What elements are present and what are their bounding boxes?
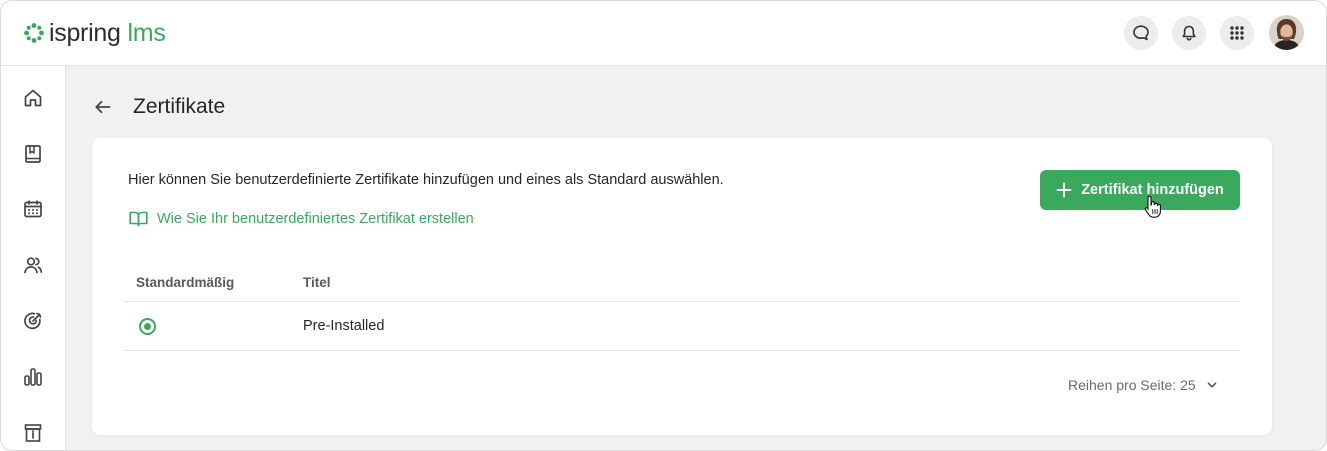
ispring-logo-icon [24,23,44,43]
sidebar-item-goals[interactable] [19,307,47,335]
avatar-image [1269,15,1304,50]
row-title: Pre-Installed [303,318,385,334]
sidebar [1,66,66,450]
column-header-title[interactable]: Titel [303,275,331,290]
sidebar-item-home[interactable] [19,84,47,112]
home-icon [24,89,42,107]
help-link-label: Wie Sie Ihr benutzerdefiniertes Zertifik… [157,210,474,227]
add-certificate-button[interactable]: Zertifikat hinzufügen [1040,170,1240,210]
table-row[interactable]: Pre-Installed [124,302,1240,351]
user-avatar[interactable] [1269,15,1304,50]
help-link[interactable]: Wie Sie Ihr benutzerdefiniertes Zertifik… [129,210,474,227]
rows-per-page-select[interactable]: Reihen pro Seite: 25 [1068,377,1218,393]
reports-chart-icon [24,368,42,386]
hand-pointer-cursor-icon [1144,195,1161,218]
sidebar-item-info[interactable] [19,419,47,447]
chat-button[interactable] [1124,16,1158,50]
page-title: Zertifikate [133,95,226,118]
default-radio-selected[interactable] [139,318,156,335]
info-archive-icon [24,424,42,442]
bell-icon [1182,25,1196,41]
target-icon [24,312,42,330]
chat-icon [1133,25,1149,41]
top-bar: ispring lms [1,1,1326,66]
ispring-lms-logo[interactable]: ispring lms [23,18,166,48]
brand-product: lms [127,19,166,47]
open-book-icon [129,211,148,227]
notifications-button[interactable] [1172,16,1206,50]
certificates-table: Standardmäßig Titel Pre-Installed [124,266,1240,351]
calendar-icon [24,200,42,218]
sidebar-item-users[interactable] [19,251,47,279]
sidebar-item-reports[interactable] [19,363,47,391]
certificates-card: Hier können Sie benutzerdefinierte Zerti… [92,138,1272,435]
sidebar-item-calendar[interactable] [19,195,47,223]
app-window: ispring lms Zertifikate Hier können Sie … [0,0,1327,451]
sidebar-item-catalog[interactable] [19,140,47,168]
column-header-default[interactable]: Standardmäßig [136,275,234,290]
back-button[interactable] [91,95,115,119]
rows-per-page-label: Reihen pro Seite: 25 [1068,377,1196,393]
users-icon [24,257,43,274]
apps-grid-icon [1230,26,1244,40]
brand-name: ispring [49,19,121,47]
arrow-left-icon [95,100,111,114]
plus-icon [1056,182,1072,198]
description-text: Hier können Sie benutzerdefinierte Zerti… [128,172,724,188]
table-header: Standardmäßig Titel [124,266,1240,302]
apps-button[interactable] [1220,16,1254,50]
chevron-down-icon [1207,382,1216,388]
book-icon [25,145,41,163]
